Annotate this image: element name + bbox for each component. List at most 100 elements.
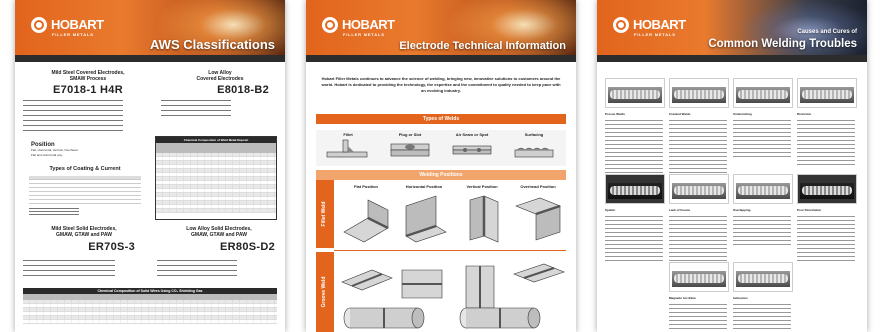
- logo-tagline: FILLER METALS: [52, 32, 94, 37]
- logo-ring-icon: [31, 17, 47, 33]
- trouble-title: Inclusions: [733, 296, 748, 300]
- trouble-text-lines: [733, 304, 791, 332]
- code-explanation-lines: [157, 260, 237, 280]
- code-explanation-lines: [161, 100, 231, 120]
- footnote-lines: [29, 208, 79, 219]
- trouble-title: Lack of Fusion: [669, 208, 691, 212]
- weld-type-fillet: Fillet: [320, 132, 376, 162]
- trouble-text-lines: [733, 216, 791, 248]
- col-head-flat: Flat Position: [354, 184, 378, 189]
- logo-brand: HOBART: [51, 17, 104, 32]
- section-heading: Mild Steel Covered Electrodes, SMAW Proc…: [51, 70, 125, 82]
- solid-wire-composition-table: Chemical Composition of Solid Wires Usin…: [23, 288, 277, 332]
- poster-aws-classifications[interactable]: HOBART FILLER METALS AWS Classifications…: [15, 0, 285, 332]
- trouble-title: Overlapping: [733, 208, 751, 212]
- row-divider: [334, 250, 566, 251]
- trouble-text-lines: [797, 216, 855, 264]
- undercutting-image: [733, 78, 793, 108]
- logo-brand: HOBART: [342, 17, 395, 32]
- classification-code: ER80S-D2: [220, 241, 275, 253]
- fillet-weld-icon: [326, 139, 368, 158]
- pipe-flat-diagram: [338, 304, 438, 332]
- weld-type-label: Fillet: [343, 132, 353, 137]
- logo-tagline: FILLER METALS: [634, 32, 676, 37]
- seam-spot-weld-icon: [452, 145, 492, 155]
- logo-ring-icon: [613, 17, 629, 33]
- intro-paragraph: Hobart Filler Metals continues to advanc…: [321, 76, 561, 93]
- trouble-text-lines: [797, 120, 855, 168]
- overlapping-image: [733, 174, 793, 204]
- poster-electrode-technical-information[interactable]: HOBART FILLER METALS Electrode Technical…: [306, 0, 576, 332]
- section-heading: Low Alloy Solid Electrodes, GMAW, GTAW a…: [186, 226, 252, 238]
- fillet-vertical-diagram: [454, 192, 510, 244]
- section-heading: Mild Steel Solid Electrodes, GMAW, GTAW …: [51, 226, 117, 238]
- weld-type-label: Plug or Slot: [398, 132, 422, 137]
- trouble-text-lines: [669, 216, 727, 264]
- row-label-groove: Groove Weld: [316, 252, 334, 332]
- inclusions-image: [733, 262, 793, 292]
- classification-code: E8018-B2: [217, 84, 269, 96]
- cracked-weld-image: [669, 78, 729, 108]
- trouble-title: Porous Welds: [605, 112, 625, 116]
- weld-type-plug: Plug or Slot: [382, 132, 438, 162]
- poster-title: Electrode Technical Information: [399, 40, 566, 52]
- weld-type-surfacing: Surfacing: [506, 132, 562, 162]
- types-of-welds-bar: Types of Welds: [316, 114, 566, 124]
- coating-table: [29, 176, 141, 204]
- surfacing-weld-icon: [514, 147, 554, 158]
- trouble-title: Poor Penetration: [797, 208, 822, 212]
- classification-code: E7018-1 H4R: [53, 84, 123, 96]
- poster-banner: HOBART FILLER METALS Causes and Cures of…: [597, 0, 867, 62]
- row-label-fillet: Fillet Weld: [316, 180, 334, 248]
- banner-strip: [15, 55, 285, 62]
- position-item: Flat and Horizontal only: [31, 153, 63, 157]
- fillet-overhead-diagram: [510, 192, 566, 244]
- welding-glow-image: [155, 0, 285, 62]
- magnetic-arc-blow-image: [669, 262, 729, 292]
- banner-strip: [597, 55, 867, 62]
- fillet-flat-diagram: [338, 192, 394, 244]
- banner-strip: [306, 55, 576, 62]
- poster-title: AWS Classifications: [150, 37, 275, 52]
- poster-banner: HOBART FILLER METALS AWS Classifications: [15, 0, 285, 62]
- porous-weld-image: [605, 78, 665, 108]
- spatter-image: [605, 174, 665, 204]
- poster-title: Common Welding Troubles: [708, 38, 857, 50]
- poster-body: Hobart Filler Metals continues to advanc…: [306, 62, 576, 332]
- poster-body: Porous Welds Cracked Welds Undercutting …: [597, 62, 867, 332]
- fillet-horizontal-diagram: [396, 192, 452, 244]
- trouble-title: Cracked Welds: [669, 112, 691, 116]
- poster-body: Mild Steel Covered Electrodes, SMAW Proc…: [15, 62, 285, 332]
- distortion-image: [797, 78, 857, 108]
- poster-banner: HOBART FILLER METALS Electrode Technical…: [306, 0, 576, 62]
- trouble-text-lines: [669, 304, 727, 332]
- poor-penetration-image: [797, 174, 857, 204]
- weld-type-label: Surfacing: [524, 132, 544, 137]
- logo-brand: HOBART: [633, 17, 686, 32]
- trouble-title: Undercutting: [733, 112, 752, 116]
- col-head-vertical: Vertical Position: [466, 184, 498, 189]
- code-explanation-lines: [23, 100, 123, 135]
- welding-positions-bar: Welding Positions: [316, 170, 566, 180]
- trouble-text-lines: [733, 120, 791, 160]
- trouble-title: Spatter: [605, 208, 616, 212]
- logo-ring-icon: [322, 17, 338, 33]
- weld-types-row: Fillet Plug or Slot Air Seam or Spot Sur…: [316, 130, 566, 166]
- welding-glow-image: [446, 0, 576, 62]
- hobart-logo: HOBART FILLER METALS: [322, 14, 395, 40]
- section-heading: Types of Coating & Current: [49, 166, 121, 172]
- welding-positions-grid: Fillet Weld Groove Weld Flat Position Ho…: [316, 180, 566, 332]
- poster-subtitle: Causes and Cures of: [797, 29, 857, 35]
- pipe-horizontal-diagram: [454, 304, 554, 332]
- plug-weld-icon: [390, 143, 430, 157]
- weld-type-label: Air Seam or Spot: [455, 132, 489, 137]
- poster-common-welding-troubles[interactable]: HOBART FILLER METALS Causes and Cures of…: [597, 0, 867, 332]
- trouble-title: Magnetic Arc Blow: [669, 296, 696, 300]
- col-head-horizontal: Horizontal Position: [405, 184, 443, 189]
- code-explanation-lines: [23, 260, 115, 280]
- hobart-logo: HOBART FILLER METALS: [613, 14, 686, 40]
- hobart-logo: HOBART FILLER METALS: [31, 14, 104, 40]
- logo-tagline: FILLER METALS: [343, 32, 385, 37]
- chemical-composition-table: Chemical Composition of Weld Metal Depos…: [155, 136, 277, 220]
- lack-of-fusion-image: [669, 174, 729, 204]
